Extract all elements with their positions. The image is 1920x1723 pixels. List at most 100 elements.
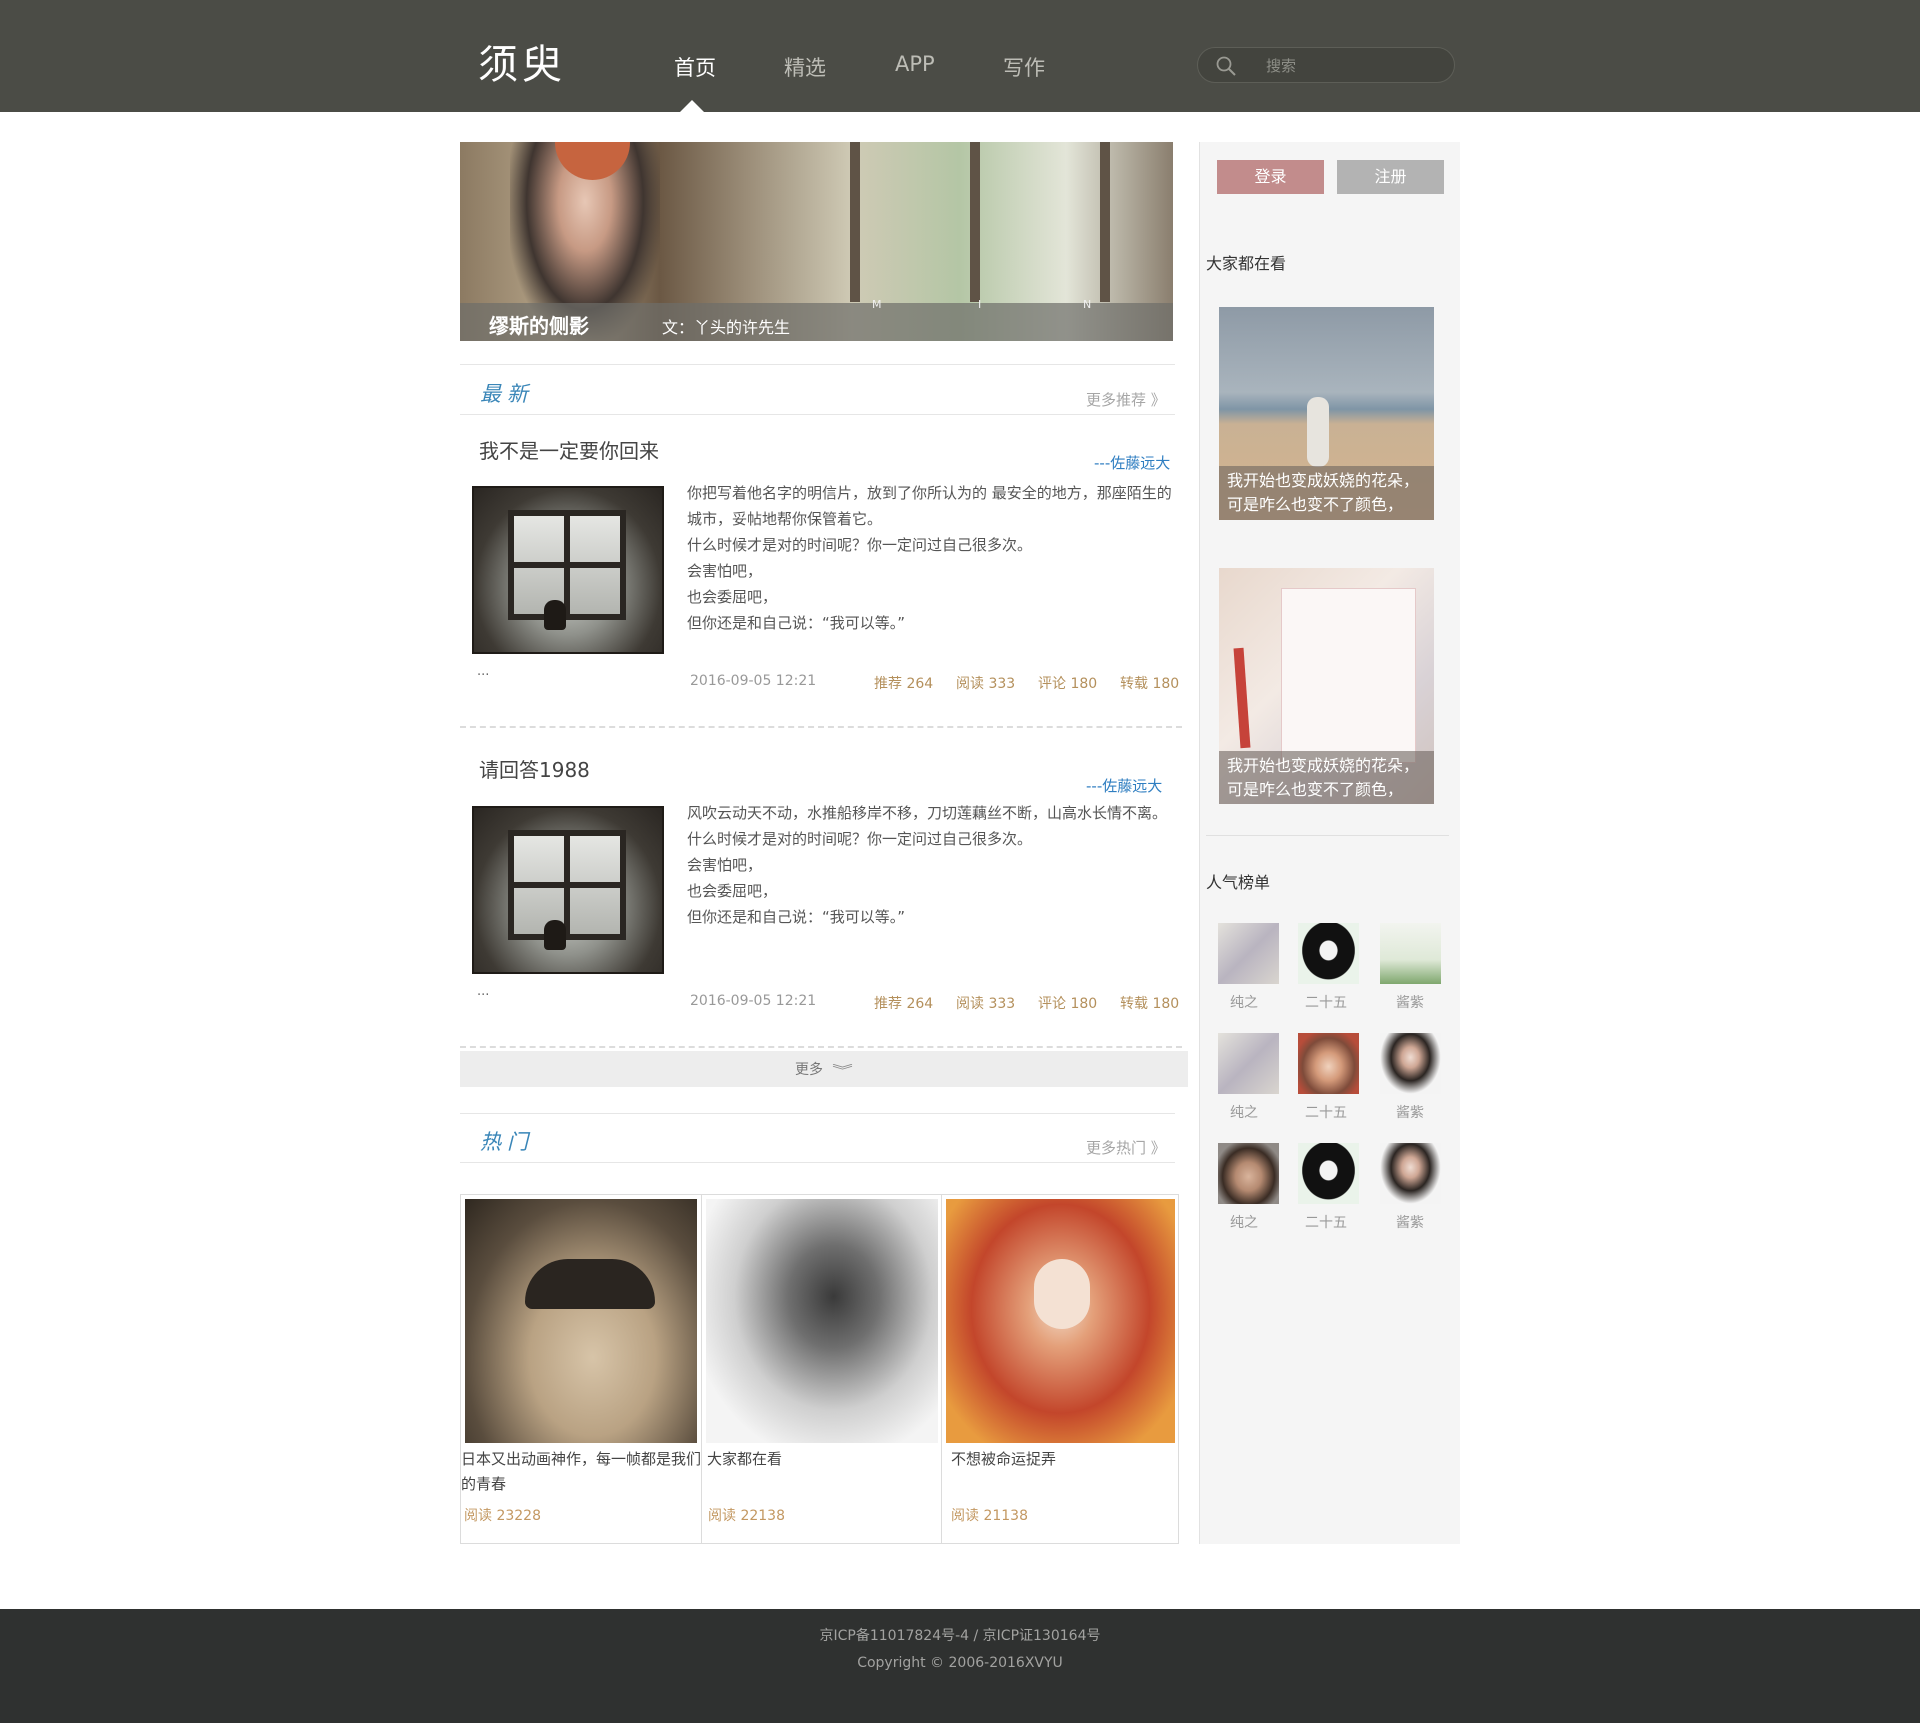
avatar[interactable] — [1298, 923, 1359, 984]
ranking-name[interactable]: 纯之 — [1204, 992, 1284, 1012]
ranking-name[interactable]: 纯之 — [1204, 1102, 1284, 1122]
article-title[interactable]: 我不是一定要你回来 — [479, 435, 659, 464]
watching-heading: 大家都在看 — [1206, 254, 1287, 273]
banner-window — [850, 142, 1110, 302]
excerpt-line: 你把写着他名字的明信片，放到了你所认为的 最安全的地方，那座陌生的城市，妥帖地帮… — [687, 484, 1172, 528]
register-button[interactable]: 注册 — [1337, 160, 1444, 194]
hot-card-read-count: 阅读 21138 — [951, 1508, 1028, 1524]
watching-card[interactable]: 我开始也变成妖娆的花朵，可是咋么也变不了颜色， — [1219, 568, 1434, 804]
repost-count[interactable]: 转载 180 — [1120, 673, 1179, 693]
excerpt-ellipsis: ... — [477, 984, 490, 999]
hot-card[interactable]: 不想被命运捉弄 阅读 21138 — [941, 1194, 1179, 1544]
nav-featured[interactable]: 精选 — [784, 52, 826, 82]
more-hot-link[interactable]: 更多热门 》 — [1086, 1137, 1166, 1158]
featured-banner[interactable]: 缪斯的侧影 文：丫头的许先生 M I N — [460, 142, 1173, 341]
hot-card-caption[interactable]: 不想被命运捉弄 — [951, 1447, 1187, 1472]
excerpt-line: 但你还是和自己说：“我可以等。” — [687, 614, 906, 632]
hot-card-caption[interactable]: 日本又出动画神作，每一帧都是我们的青春 — [461, 1447, 701, 1497]
nav-app[interactable]: APP — [895, 52, 935, 76]
hot-card[interactable]: 大家都在看 阅读 22138 — [701, 1194, 942, 1544]
ranking-name[interactable]: 二十五 — [1286, 1102, 1366, 1122]
hot-card-read-count: 阅读 23228 — [464, 1508, 541, 1524]
excerpt-line: 会害怕吧， — [687, 562, 763, 580]
hot-card[interactable]: 日本又出动画神作，每一帧都是我们的青春 阅读 23228 — [460, 1194, 702, 1544]
section-divider — [460, 364, 1175, 365]
article-separator — [460, 1046, 1182, 1048]
banner-title[interactable]: 缪斯的侧影 — [489, 310, 589, 339]
search-icon[interactable] — [1216, 56, 1236, 76]
nav-write[interactable]: 写作 — [1003, 52, 1045, 82]
section-divider — [460, 1113, 1175, 1114]
article-title[interactable]: 请回答1988 — [479, 754, 590, 783]
avatar[interactable] — [1218, 923, 1279, 984]
excerpt-line: 会害怕吧， — [687, 856, 763, 874]
banner-letter: N — [1083, 298, 1092, 311]
login-button[interactable]: 登录 — [1217, 160, 1324, 194]
article-excerpt: 风吹云动天不动，水推船移岸不移，刀切莲藕丝不断，山高水长情不离。 什么时候才是对… — [687, 800, 1179, 930]
latest-section-title: 最新 — [480, 382, 534, 406]
avatar[interactable] — [1298, 1033, 1359, 1094]
section-divider — [460, 414, 1175, 415]
top-header: 须臾 首页 精选 APP 写作 — [0, 0, 1920, 112]
sidebar-divider — [1206, 835, 1449, 836]
ranking-name[interactable]: 二十五 — [1286, 1212, 1366, 1232]
banner-letter: I — [978, 298, 982, 311]
watching-card-caption[interactable]: 我开始也变成妖娆的花朵，可是咋么也变不了颜色， — [1219, 466, 1434, 520]
hot-card-caption[interactable]: 大家都在看 — [707, 1447, 946, 1472]
search-box[interactable] — [1197, 47, 1455, 83]
read-count: 阅读 333 — [956, 996, 1016, 1012]
ranking-name[interactable]: 二十五 — [1286, 992, 1366, 1012]
article-author[interactable]: ---佐藤远大 — [1094, 452, 1170, 473]
load-more-label[interactable]: 更多 — [795, 1059, 823, 1079]
recommend-count[interactable]: 推荐 264 — [874, 673, 933, 693]
avatar[interactable] — [1218, 1033, 1279, 1094]
ranking-name[interactable]: 酱紫 — [1370, 1102, 1450, 1122]
article-date: 2016-09-05 12:21 — [690, 993, 817, 1009]
comment-count[interactable]: 评论 180 — [1038, 673, 1097, 693]
avatar[interactable] — [1380, 1143, 1441, 1204]
avatar[interactable] — [1380, 923, 1441, 984]
double-chevron-down-icon[interactable]: ︾ — [832, 1060, 853, 1079]
avatar[interactable] — [1298, 1143, 1359, 1204]
footer-icp: 京ICP备11017824号-4 / 京ICP证130164号 — [819, 1628, 1101, 1644]
article-separator — [460, 726, 1182, 728]
article-thumbnail[interactable] — [472, 806, 664, 974]
ranking-name[interactable]: 酱紫 — [1370, 992, 1450, 1012]
excerpt-ellipsis: ... — [477, 664, 490, 679]
watching-card[interactable]: 我开始也变成妖娆的花朵，可是咋么也变不了颜色， — [1219, 307, 1434, 520]
avatar[interactable] — [1380, 1033, 1441, 1094]
ranking-name[interactable]: 酱紫 — [1370, 1212, 1450, 1232]
avatar[interactable] — [1218, 1143, 1279, 1204]
load-more-button[interactable] — [460, 1051, 1188, 1087]
hot-section-title: 热门 — [480, 1130, 534, 1154]
excerpt-line: 风吹云动天不动，水推船移岸不移，刀切莲藕丝不断，山高水长情不离。 — [687, 804, 1168, 822]
hot-card-image[interactable] — [946, 1199, 1175, 1443]
repost-count[interactable]: 转载 180 — [1120, 993, 1179, 1013]
article-date: 2016-09-05 12:21 — [690, 673, 817, 689]
comment-count[interactable]: 评论 180 — [1038, 993, 1097, 1013]
hot-card-image[interactable] — [706, 1199, 938, 1443]
excerpt-line: 但你还是和自己说：“我可以等。” — [687, 908, 906, 926]
ranking-name[interactable]: 纯之 — [1204, 1212, 1284, 1232]
excerpt-line: 什么时候才是对的时间呢？你一定问过自己很多次。 — [687, 536, 1033, 554]
section-divider — [460, 1162, 1175, 1163]
banner-letter: M — [872, 298, 882, 311]
ranking-heading: 人气榜单 — [1206, 873, 1271, 892]
read-count: 阅读 333 — [956, 676, 1016, 692]
watching-card-caption[interactable]: 我开始也变成妖娆的花朵，可是咋么也变不了颜色， — [1219, 751, 1434, 804]
footer-copyright: Copyright © 2006-2016XVYU — [857, 1655, 1063, 1671]
banner-author: 文：丫头的许先生 — [662, 318, 791, 337]
recommend-count[interactable]: 推荐 264 — [874, 993, 933, 1013]
excerpt-line: 什么时候才是对的时间呢？你一定问过自己很多次。 — [687, 830, 1033, 848]
article-excerpt: 你把写着他名字的明信片，放到了你所认为的 最安全的地方，那座陌生的城市，妥帖地帮… — [687, 480, 1179, 636]
article-author[interactable]: ---佐藤远大 — [1086, 775, 1162, 796]
nav-home[interactable]: 首页 — [674, 52, 716, 82]
excerpt-line: 也会委屈吧， — [687, 882, 778, 900]
hot-card-image[interactable] — [465, 1199, 697, 1443]
article-thumbnail[interactable] — [472, 486, 664, 654]
hot-card-read-count: 阅读 22138 — [708, 1508, 785, 1524]
search-input[interactable] — [1266, 55, 1436, 77]
more-recommend-link[interactable]: 更多推荐 》 — [1086, 389, 1166, 410]
active-nav-indicator — [680, 100, 704, 112]
site-logo[interactable]: 须臾 — [478, 32, 566, 90]
